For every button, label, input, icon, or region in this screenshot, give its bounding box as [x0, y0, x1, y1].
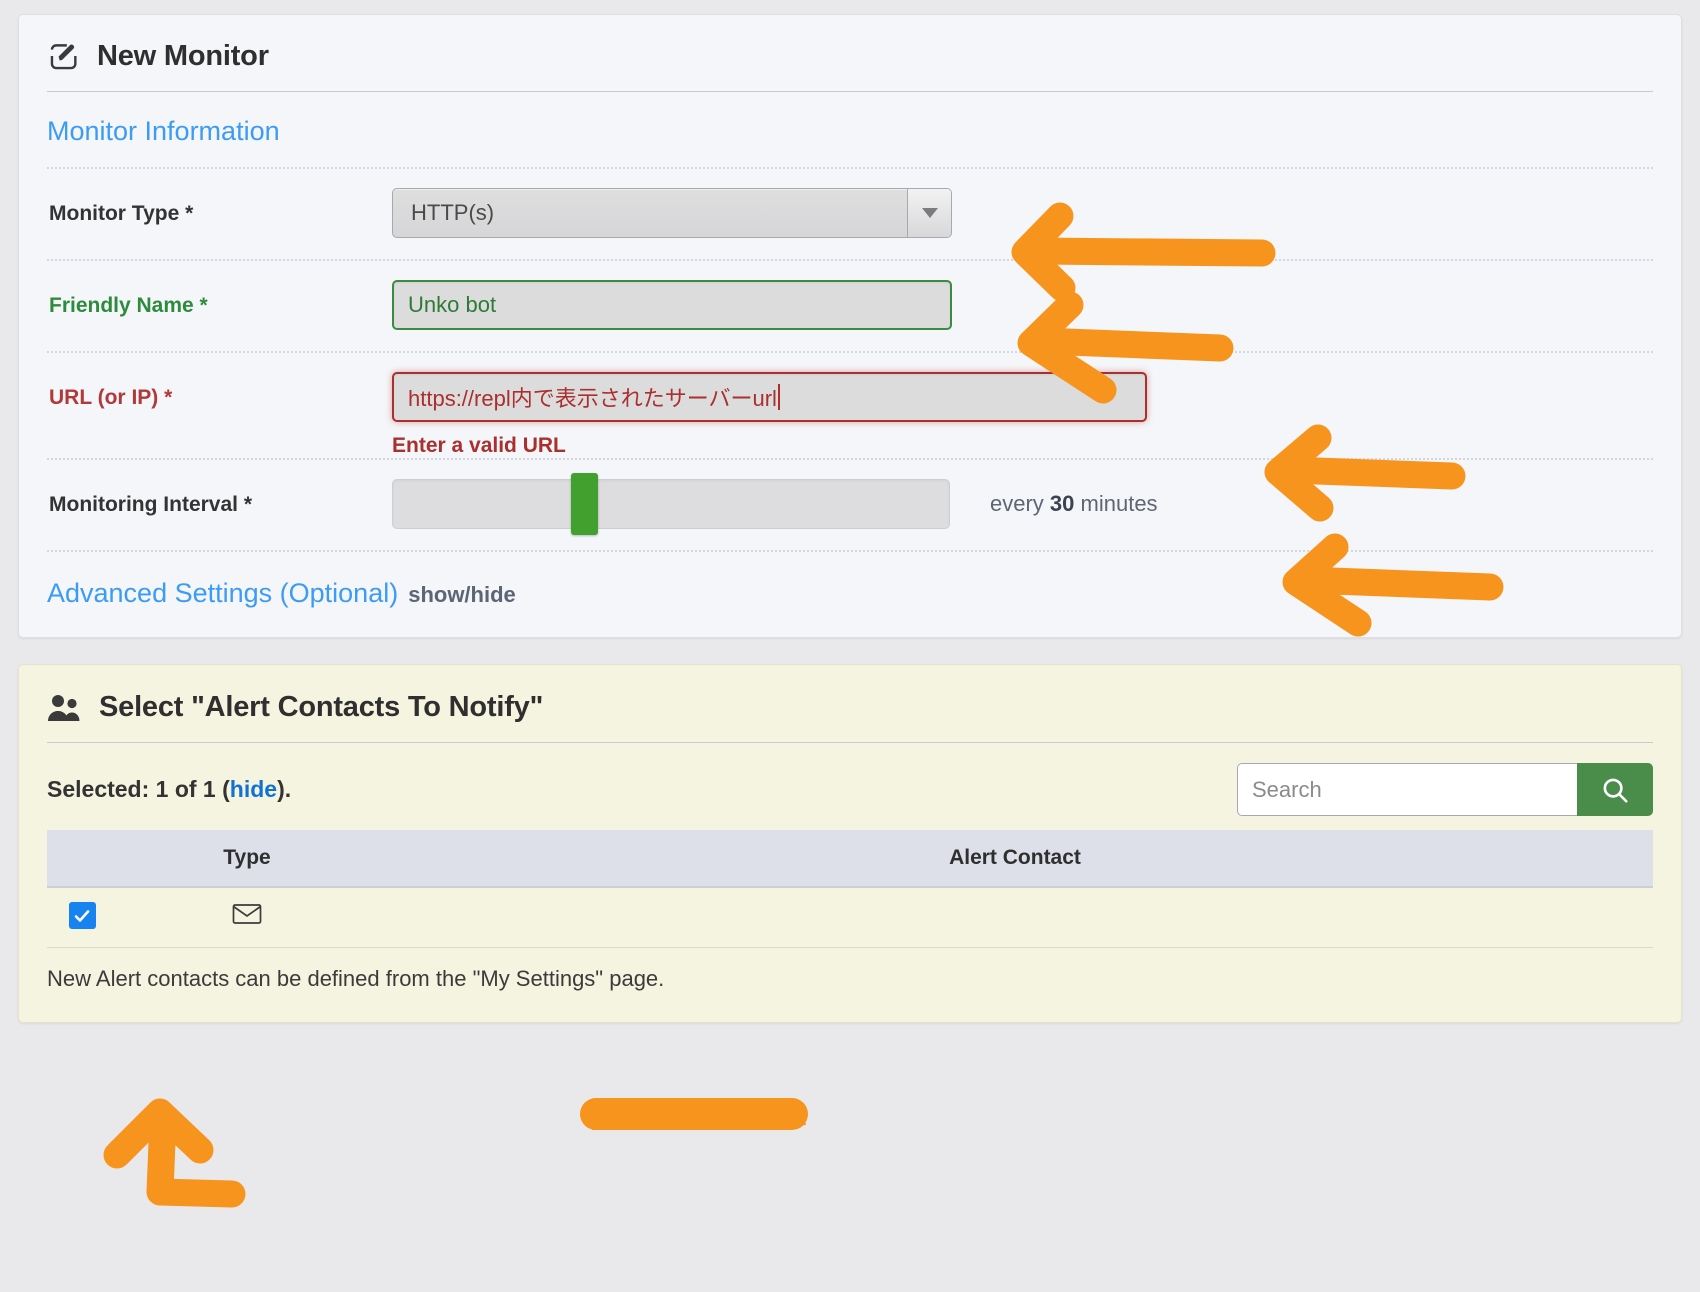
- alert-contacts-header: Select "Alert Contacts To Notify": [47, 687, 1653, 743]
- table-row: [47, 887, 1653, 948]
- interval-suffix: minutes: [1074, 491, 1158, 516]
- hide-link[interactable]: hide: [230, 776, 277, 802]
- pencil-square-icon: [47, 39, 81, 73]
- new-monitor-panel: New Monitor Monitor Information Monitor …: [18, 14, 1682, 638]
- label-friendly-name: Friendly Name *: [49, 294, 208, 317]
- advanced-settings-label: Advanced Settings (Optional): [47, 578, 399, 608]
- search-button[interactable]: [1577, 763, 1653, 816]
- text-cursor: [777, 384, 780, 410]
- alert-contacts-footnote: New Alert contacts can be defined from t…: [47, 966, 665, 991]
- interval-readout: every 30 minutes: [990, 491, 1158, 517]
- check-icon: [74, 909, 90, 922]
- users-icon: [47, 693, 83, 723]
- monitoring-interval-slider[interactable]: [392, 473, 950, 535]
- friendly-name-value: Unko bot: [408, 292, 497, 317]
- row-url: URL (or IP) * https://repl内で表示されたサーバーurl…: [47, 351, 1653, 458]
- search-group: Search: [1237, 763, 1653, 816]
- selected-and-search-row: Selected: 1 of 1 (hide). Search: [47, 743, 1653, 830]
- selected-count: Selected: 1 of 1 (hide).: [47, 776, 291, 803]
- friendly-name-input[interactable]: Unko bot: [392, 280, 952, 330]
- control-monitor-type: HTTP(s): [392, 169, 1653, 238]
- control-url: https://repl内で表示されたサーバーurl Enter a valid…: [392, 353, 1653, 458]
- alert-contacts-title: Select "Alert Contacts To Notify": [99, 691, 544, 723]
- row-friendly-name: Friendly Name * Unko bot: [47, 259, 1653, 351]
- page-title: New Monitor: [97, 39, 269, 72]
- interval-prefix: every: [990, 491, 1050, 516]
- label-monitor-type: Monitor Type *: [49, 202, 194, 225]
- alert-contacts-panel: Select "Alert Contacts To Notify" Select…: [18, 664, 1682, 1023]
- monitor-information-title: Monitor Information: [47, 116, 280, 146]
- monitor-type-select[interactable]: HTTP(s): [392, 188, 952, 238]
- slider-handle[interactable]: [571, 473, 598, 535]
- search-input[interactable]: Search: [1237, 763, 1577, 816]
- label-url: URL (or IP) *: [49, 386, 173, 409]
- row-monitoring-interval: Monitoring Interval * every 30 minutes: [47, 458, 1653, 550]
- redaction-over-alert-contact: [580, 1098, 808, 1130]
- alert-contact-checkbox[interactable]: [68, 902, 96, 930]
- advanced-settings-title: Advanced Settings (Optional) show/hide: [47, 552, 1653, 615]
- selected-prefix: Selected: 1 of 1 (: [47, 776, 230, 802]
- col-alert-contact: Alert Contact: [377, 830, 1653, 888]
- page-root: New Monitor Monitor Information Monitor …: [0, 0, 1700, 1292]
- caret-down-icon: [921, 208, 938, 218]
- table-header-row: Type Alert Contact: [47, 830, 1653, 888]
- row-select-cell: [47, 887, 117, 948]
- url-input[interactable]: https://repl内で表示されたサーバーurl: [392, 372, 1147, 422]
- row-type-cell: [117, 887, 377, 948]
- advanced-settings-toggle[interactable]: show/hide: [408, 582, 516, 607]
- control-monitoring-interval: every 30 minutes: [392, 460, 1653, 535]
- col-type: Type: [117, 830, 377, 888]
- monitor-type-value: HTTP(s): [411, 200, 495, 225]
- row-contact-cell: [377, 887, 1653, 948]
- url-value: https://repl内で表示されたサーバーurl: [408, 386, 777, 411]
- arrow-to-checkbox: [103, 1098, 246, 1208]
- new-monitor-header: New Monitor: [47, 35, 1653, 92]
- url-error-message: Enter a valid URL: [392, 434, 566, 457]
- search-icon: [1603, 778, 1628, 803]
- selected-suffix: ).: [277, 776, 292, 802]
- interval-amount: 30: [1049, 491, 1075, 516]
- monitor-type-dropdown-button[interactable]: [907, 189, 951, 237]
- alert-contacts-table: Type Alert Contact: [47, 830, 1653, 948]
- row-monitor-type: Monitor Type * HTTP(s): [47, 167, 1653, 259]
- label-monitoring-interval: Monitoring Interval *: [49, 493, 253, 516]
- control-friendly-name: Unko bot: [392, 261, 1653, 330]
- envelope-icon: [232, 902, 262, 926]
- col-select: [47, 830, 117, 888]
